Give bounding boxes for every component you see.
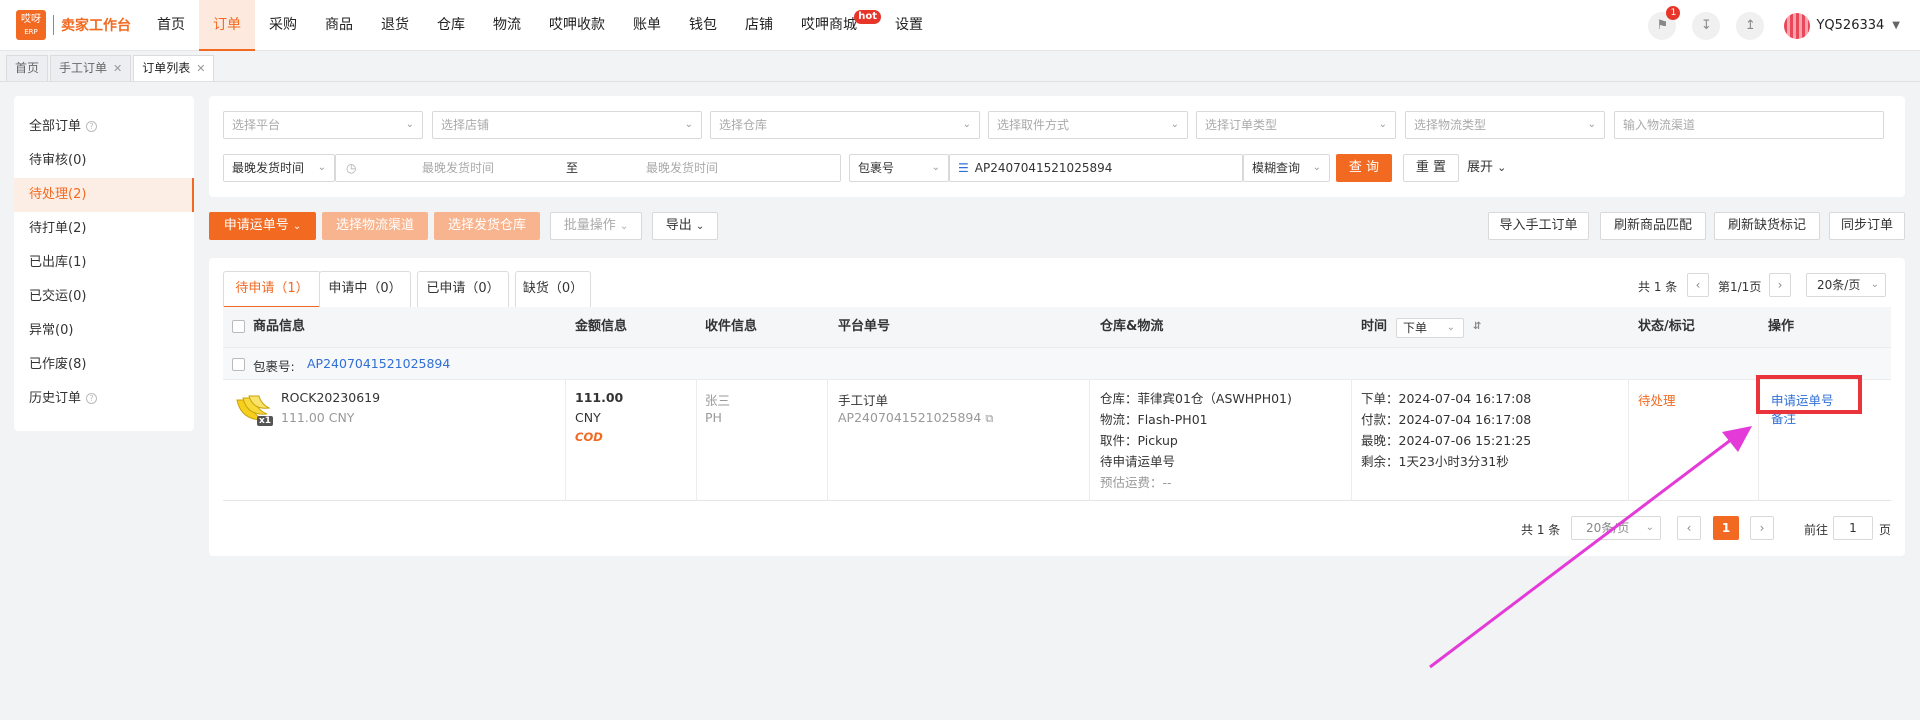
- pointer-arrow: [1429, 426, 1752, 669]
